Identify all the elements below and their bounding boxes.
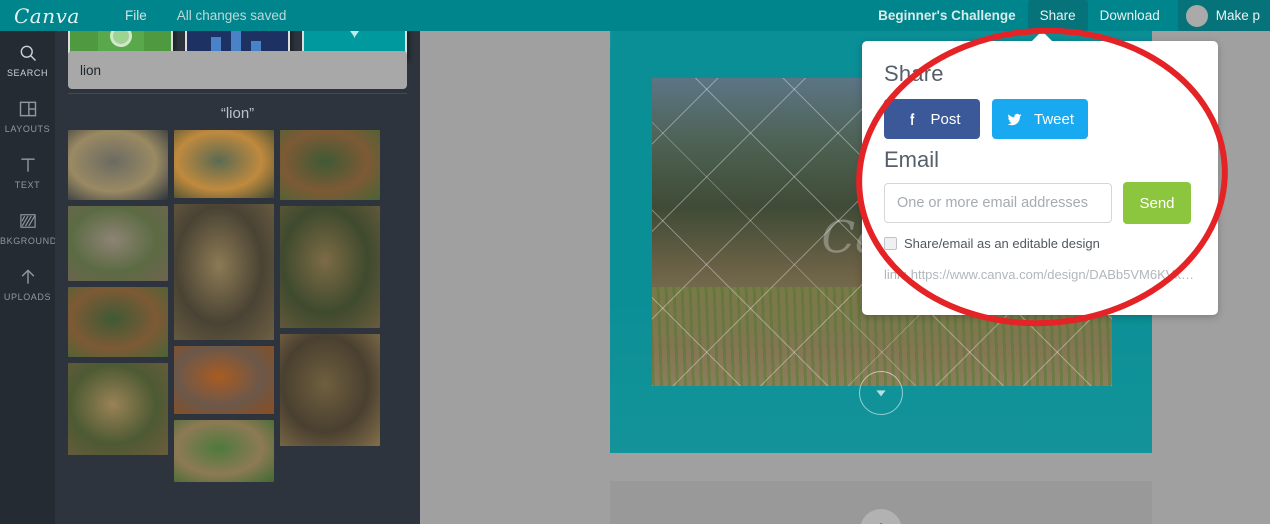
top-bar-right: Beginner's Challenge Share Download Make… [866, 0, 1270, 31]
sidebar-item-text[interactable]: TEXT [0, 143, 55, 199]
photo-results-grid [55, 122, 420, 482]
save-status: All changes saved [176, 8, 287, 23]
list-item[interactable] [68, 363, 168, 455]
list-item[interactable] [174, 130, 274, 198]
popover-arrow [1031, 31, 1053, 42]
facebook-post-label: Post [930, 110, 961, 128]
chevron-down-icon[interactable] [859, 371, 903, 415]
list-item[interactable] [174, 346, 274, 414]
search-field-wrapper [55, 41, 420, 89]
search-panel: Photos Charts ♥ I ♥ Canva “lion” [55, 31, 420, 524]
facebook-icon [904, 111, 920, 127]
popover-title: Share [884, 61, 944, 86]
sidebar-label-background: BKGROUND [0, 236, 57, 246]
design-title[interactable]: Beginner's Challenge [866, 1, 1028, 30]
download-button[interactable]: Download [1088, 1, 1172, 30]
sidebar-label-layouts: LAYOUTS [4, 124, 51, 134]
results-heading: “lion” [220, 105, 255, 122]
make-public-button[interactable]: Make p [1177, 0, 1270, 31]
make-public-label: Make p [1215, 8, 1260, 23]
facebook-post-button[interactable]: Post [884, 99, 980, 139]
twitter-icon [1006, 111, 1023, 128]
sidebar-label-uploads: UPLOADS [3, 292, 52, 302]
top-bar: Canva File All changes saved Beginner's … [0, 0, 1270, 31]
email-heading: Email [884, 147, 940, 172]
results-column [174, 130, 274, 482]
editable-design-checkbox-row[interactable]: Share/email as an editable design [884, 236, 1196, 251]
menu-file[interactable]: File [115, 1, 157, 30]
left-rail: SEARCH LAYOUTS TEXT BKGROUND UPLOADS [0, 31, 57, 524]
send-button[interactable]: Send [1123, 182, 1191, 224]
search-input[interactable] [68, 51, 407, 89]
sidebar-label-search: SEARCH [6, 68, 49, 78]
list-item[interactable] [174, 204, 274, 340]
email-row: Send [884, 182, 1196, 224]
list-item[interactable] [68, 130, 168, 200]
editable-design-checkbox[interactable] [884, 237, 897, 250]
uploads-icon [0, 266, 55, 288]
page-number-badge: 1 [860, 509, 902, 524]
social-buttons: Post Tweet [884, 99, 1196, 139]
share-link-text[interactable]: link: https://www.canva.com/design/DABb5… [884, 267, 1196, 282]
sidebar-label-text: TEXT [14, 180, 41, 190]
share-popover: Share Post Tweet Email One or more email… [862, 41, 1218, 315]
sidebar-item-layouts[interactable]: LAYOUTS [0, 87, 55, 143]
results-column [68, 130, 168, 482]
twitter-tweet-label: Tweet [1033, 110, 1075, 128]
list-item[interactable] [280, 130, 380, 200]
list-item[interactable] [68, 287, 168, 357]
list-item[interactable] [280, 334, 380, 446]
background-icon [0, 210, 55, 232]
text-icon [0, 154, 55, 176]
canva-editor: Canva File All changes saved Beginner's … [0, 0, 1270, 524]
share-button[interactable]: Share [1027, 0, 1088, 31]
twitter-tweet-button[interactable]: Tweet [992, 99, 1088, 139]
list-item[interactable] [280, 206, 380, 328]
list-item[interactable] [174, 420, 274, 482]
sidebar-item-background[interactable]: BKGROUND [0, 199, 57, 255]
sidebar-item-uploads[interactable]: UPLOADS [0, 255, 55, 311]
sidebar-item-search[interactable]: SEARCH [0, 31, 55, 87]
panel-divider [68, 93, 407, 94]
list-item[interactable] [68, 206, 168, 281]
canva-logo[interactable]: Canva [14, 6, 98, 26]
layouts-icon [0, 98, 55, 120]
results-column [280, 130, 380, 482]
design-page-2[interactable]: 1 [610, 481, 1152, 524]
editable-design-label: Share/email as an editable design [904, 236, 1100, 251]
avatar [1185, 4, 1208, 27]
email-field[interactable] [884, 183, 1112, 223]
search-icon [0, 42, 55, 64]
